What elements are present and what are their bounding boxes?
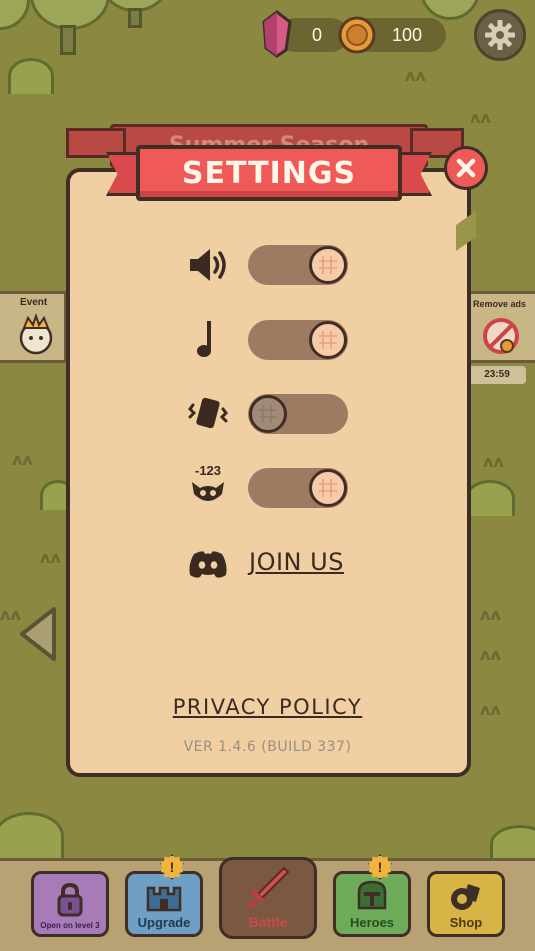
sword-icon xyxy=(247,866,290,909)
settings-title-ribbon: SETTINGS xyxy=(136,145,402,201)
heroes-nav-label: Heroes xyxy=(349,915,395,930)
monster-face-icon xyxy=(192,482,224,501)
vibration-icon xyxy=(184,389,232,437)
shop-bag-icon xyxy=(451,884,480,910)
castle-icon xyxy=(146,886,182,912)
speaker-icon xyxy=(184,241,232,289)
toggle-knob xyxy=(309,321,347,359)
settings-title: SETTINGS xyxy=(181,155,357,191)
remove-ads-button[interactable]: Remove ads xyxy=(468,291,535,363)
privacy-policy-link[interactable]: PRIVACY POLICY xyxy=(0,695,535,719)
damage-number-text: -123 xyxy=(194,463,222,478)
damage-numbers-toggle[interactable] xyxy=(248,468,348,508)
shop-nav-button[interactable]: Shop xyxy=(427,871,505,937)
gear-icon xyxy=(485,20,515,50)
close-button[interactable] xyxy=(444,146,488,190)
music-toggle[interactable] xyxy=(248,320,348,360)
helmet-icon xyxy=(357,880,387,910)
heroes-nav-button[interactable]: Heroes xyxy=(333,871,411,937)
event-king-icon xyxy=(19,314,53,355)
lock-icon xyxy=(57,883,83,917)
event-label: Event xyxy=(20,297,48,308)
version-text: VER 1.4.6 (BUILD 337) xyxy=(183,739,352,755)
battle-nav-label: Battle xyxy=(248,914,288,930)
remove-ads-label: Remove ads xyxy=(473,299,527,309)
close-icon xyxy=(456,158,476,178)
music-note-icon xyxy=(184,315,232,363)
event-button[interactable]: Event xyxy=(0,291,67,363)
settings-button[interactable] xyxy=(474,9,526,61)
battle-nav-button[interactable]: Battle xyxy=(219,857,317,939)
discord-icon[interactable] xyxy=(184,540,232,588)
gem-count: 0 xyxy=(312,25,323,45)
gem-icon xyxy=(262,10,292,58)
join-us-link[interactable]: JOIN US xyxy=(249,548,344,576)
sound-toggle[interactable] xyxy=(248,245,348,285)
remove-ads-timer: 23:59 xyxy=(468,366,526,384)
previous-arrow-icon[interactable] xyxy=(18,605,58,663)
upgrade-nav-button[interactable]: Upgrade xyxy=(125,871,203,937)
locked-nav-label: Open on level 3 xyxy=(40,921,100,930)
toggle-knob xyxy=(309,246,347,284)
no-ads-icon xyxy=(483,318,519,354)
coin-icon xyxy=(338,16,376,54)
toggle-knob xyxy=(309,469,347,507)
upgrade-nav-label: Upgrade xyxy=(137,915,191,930)
coin-count: 100 xyxy=(392,25,423,45)
damage-numbers-icon: -123 xyxy=(184,464,232,512)
locked-nav-button[interactable]: Open on level 3 xyxy=(31,871,109,937)
toggle-knob xyxy=(249,395,287,433)
shop-nav-label: Shop xyxy=(449,915,483,930)
vibration-toggle[interactable] xyxy=(248,394,348,434)
